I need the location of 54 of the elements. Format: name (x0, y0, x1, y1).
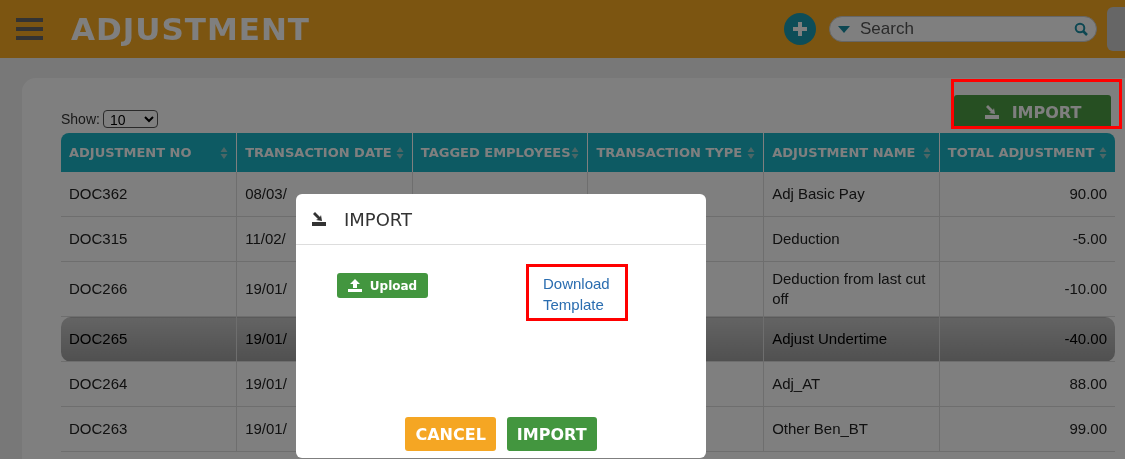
import-button[interactable]: IMPORT (506, 417, 597, 451)
sort-icon[interactable] (1099, 145, 1107, 160)
table-cell: 11/02/ (245, 230, 286, 247)
avatar-icon[interactable] (1107, 7, 1125, 51)
page-size-select[interactable]: 10 (102, 110, 158, 128)
table-cell: 90.00 (1069, 185, 1107, 202)
table-cell: DOC266 (69, 280, 128, 297)
table-cell: 19/01/ (245, 330, 287, 347)
table-cell: -10.00 (1064, 280, 1107, 297)
show-label: Show: (61, 111, 100, 127)
table-cell: DOC265 (69, 330, 128, 347)
sort-icon[interactable] (220, 145, 229, 160)
page-title: ADJUSTMENT (71, 11, 312, 47)
sort-icon[interactable] (571, 145, 580, 160)
search-icon[interactable] (1074, 22, 1088, 36)
upload-icon (347, 279, 362, 292)
table-cell: DOC264 (69, 375, 128, 392)
menu-icon[interactable] (16, 17, 43, 41)
sort-icon[interactable] (747, 145, 756, 160)
table-cell: 19/01/ (245, 375, 287, 392)
cancel-button[interactable]: CANCEL (405, 417, 496, 451)
table-cell: -5.00 (1072, 230, 1107, 247)
column-header[interactable]: TRANSACTION TYPE (587, 133, 764, 172)
table-cell: Other Ben_BT (772, 420, 868, 437)
table-cell: Deduction from last cut off (772, 270, 926, 307)
import-icon (983, 104, 1000, 120)
table-cell: 19/01/ (245, 420, 287, 437)
search-field[interactable]: Search (829, 16, 1097, 42)
table-cell: 99.00 (1069, 420, 1107, 437)
search-input[interactable]: Search (858, 18, 1066, 40)
upload-button[interactable]: Upload (337, 273, 428, 298)
caret-icon[interactable] (838, 25, 850, 33)
sort-icon[interactable] (395, 145, 404, 160)
table-cell: Adj_AT (772, 375, 821, 392)
table-cell: 88.00 (1069, 375, 1107, 392)
table-cell: DOC263 (69, 420, 128, 437)
table-cell: Adj Basic Pay (772, 185, 865, 202)
column-header[interactable]: TOTAL ADJUSTMENT (939, 133, 1115, 172)
table-cell: 08/03/ (245, 185, 287, 202)
column-header[interactable]: ADJUSTMENT NO (61, 133, 237, 172)
column-header[interactable]: ADJUSTMENT NAME (763, 133, 940, 172)
table-cell: DOC315 (69, 230, 128, 247)
import-button[interactable]: IMPORT (954, 95, 1111, 129)
table-cell: -40.00 (1064, 330, 1107, 347)
table-cell: DOC362 (69, 185, 128, 202)
table-cell: Deduction (772, 230, 840, 247)
add-button[interactable] (784, 13, 816, 45)
column-header[interactable]: TAGGED EMPLOYEES (412, 133, 588, 172)
table-cell: 19/01/ (245, 280, 287, 297)
sort-icon[interactable] (922, 145, 931, 160)
plus-icon (792, 21, 808, 37)
column-header[interactable]: TRANSACTION DATE (236, 133, 413, 172)
table-cell: Adjust Undertime (772, 330, 888, 347)
import-icon (311, 211, 327, 227)
